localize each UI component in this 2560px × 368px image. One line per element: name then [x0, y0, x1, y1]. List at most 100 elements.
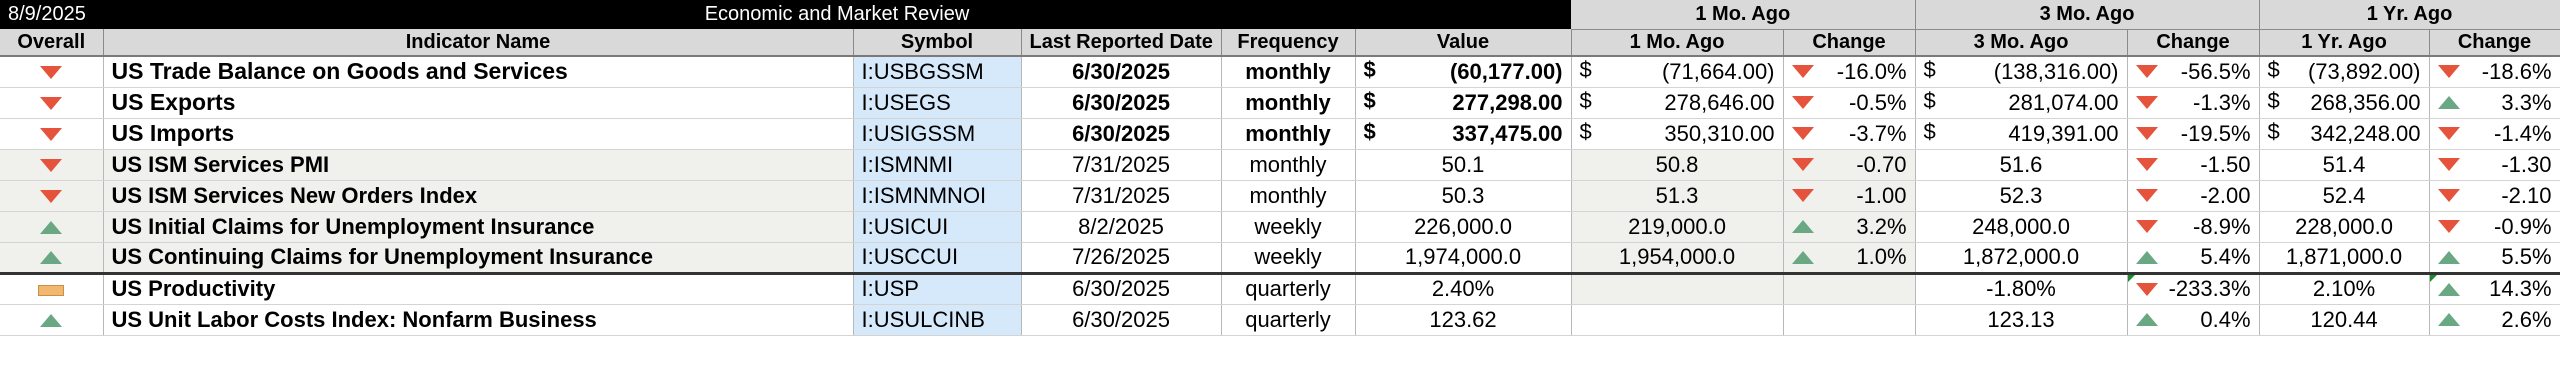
col-header-3mo[interactable]: 3 Mo. Ago [1915, 29, 2128, 57]
col-header-1yr-change[interactable]: Change [2429, 29, 2560, 57]
value-cell[interactable]: 1,974,000.0 [1355, 242, 1572, 274]
table-row[interactable]: US Continuing Claims for Unemployment In… [0, 242, 2560, 274]
table-row[interactable]: US Imports I:USIGSSM 6/30/2025 monthly $337,… [0, 118, 2560, 150]
one-year-value-cell[interactable]: 1,871,000.0 [2259, 242, 2430, 274]
three-month-value-cell[interactable]: 248,000.0 [1915, 211, 2128, 243]
three-month-change-cell[interactable]: -2.00 [2127, 180, 2260, 212]
one-month-change-cell[interactable] [1783, 271, 1916, 305]
three-month-value-cell[interactable]: 51.6 [1915, 149, 2128, 181]
last-reported-date-cell[interactable]: 6/30/2025 [1021, 118, 1222, 150]
col-header-value[interactable]: Value [1355, 29, 1572, 57]
one-month-value-cell[interactable]: $278,646.00 [1571, 87, 1784, 119]
one-month-value-cell[interactable] [1571, 304, 1784, 336]
three-month-value-cell[interactable]: -1.80% [1915, 271, 2128, 305]
one-year-value-cell[interactable]: $ (73,892.00) [2259, 56, 2430, 88]
col-header-1yr[interactable]: 1 Yr. Ago [2259, 29, 2430, 57]
last-reported-date-cell[interactable]: 6/30/2025 [1021, 271, 1222, 305]
indicator-name-cell[interactable]: US Exports [103, 87, 854, 119]
three-month-value-cell[interactable]: 1,872,000.0 [1915, 242, 2128, 274]
frequency-cell[interactable]: monthly [1221, 87, 1356, 119]
frequency-cell[interactable]: monthly [1221, 118, 1356, 150]
one-month-value-cell[interactable]: 1,954,000.0 [1571, 242, 1784, 274]
one-year-value-cell[interactable]: $268,356.00 [2259, 87, 2430, 119]
three-month-value-cell[interactable]: 123.13 [1915, 304, 2128, 336]
one-year-change-cell[interactable]: -1.4% [2429, 118, 2560, 150]
table-row[interactable]: US Initial Claims for Unemployment Insur… [0, 211, 2560, 243]
indicator-name-cell[interactable]: US Unit Labor Costs Index: Nonfarm Busin… [103, 304, 854, 336]
table-row[interactable]: US ISM Services New Orders Index I:ISMNMN… [0, 180, 2560, 212]
frequency-cell[interactable]: weekly [1221, 211, 1356, 243]
indicator-name-cell[interactable]: US ISM Services New Orders Index [103, 180, 854, 212]
value-cell[interactable]: $277,298.00 [1355, 87, 1572, 119]
symbol-cell[interactable]: I:USBGSSM [853, 56, 1022, 88]
col-header-symbol[interactable]: Symbol [853, 29, 1022, 57]
overall-cell[interactable] [0, 87, 104, 119]
one-month-value-cell[interactable]: 51.3 [1571, 180, 1784, 212]
one-year-change-cell[interactable]: 5.5% [2429, 242, 2560, 274]
one-month-value-cell[interactable]: 219,000.0 [1571, 211, 1784, 243]
symbol-cell[interactable]: I:ISMNMNOI [853, 180, 1022, 212]
frequency-cell[interactable]: quarterly [1221, 271, 1356, 305]
indicator-name-cell[interactable]: US Imports [103, 118, 854, 150]
one-month-change-cell[interactable] [1783, 304, 1916, 336]
three-month-value-cell[interactable]: 52.3 [1915, 180, 2128, 212]
col-header-3mo-change[interactable]: Change [2127, 29, 2260, 57]
overall-cell[interactable] [0, 304, 104, 336]
one-month-change-cell[interactable]: 1.0% [1783, 242, 1916, 274]
symbol-cell[interactable]: I:USEGS [853, 87, 1022, 119]
table-row[interactable]: US Exports I:USEGS 6/30/2025 monthly $277,29… [0, 87, 2560, 119]
one-month-change-cell[interactable]: -0.70 [1783, 149, 1916, 181]
three-month-change-cell[interactable]: -19.5% [2127, 118, 2260, 150]
one-month-change-cell[interactable]: -1.00 [1783, 180, 1916, 212]
indicator-name-cell[interactable]: US Continuing Claims for Unemployment In… [103, 242, 854, 274]
col-header-1mo[interactable]: 1 Mo. Ago [1571, 29, 1784, 57]
overall-cell[interactable] [0, 242, 104, 274]
three-month-change-cell[interactable]: -1.3% [2127, 87, 2260, 119]
last-reported-date-cell[interactable]: 7/31/2025 [1021, 180, 1222, 212]
one-year-value-cell[interactable]: 2.10% [2259, 271, 2430, 305]
symbol-cell[interactable]: I:ISMNMI [853, 149, 1022, 181]
one-month-value-cell[interactable]: $ (71,664.00) [1571, 56, 1784, 88]
table-row[interactable]: US ISM Services PMI I:ISMNMI 7/31/2025 mont… [0, 149, 2560, 181]
one-year-change-cell[interactable]: -0.9% [2429, 211, 2560, 243]
frequency-cell[interactable]: quarterly [1221, 304, 1356, 336]
three-month-change-cell[interactable]: -233.3% [2127, 271, 2260, 305]
three-month-change-cell[interactable]: 0.4% [2127, 304, 2260, 336]
indicator-name-cell[interactable]: US ISM Services PMI [103, 149, 854, 181]
overall-cell[interactable] [0, 271, 104, 305]
overall-cell[interactable] [0, 211, 104, 243]
last-reported-date-cell[interactable]: 7/31/2025 [1021, 149, 1222, 181]
overall-cell[interactable] [0, 56, 104, 88]
last-reported-date-cell[interactable]: 8/2/2025 [1021, 211, 1222, 243]
three-month-change-cell[interactable]: -8.9% [2127, 211, 2260, 243]
value-cell[interactable]: 50.3 [1355, 180, 1572, 212]
three-month-value-cell[interactable]: $419,391.00 [1915, 118, 2128, 150]
three-month-change-cell[interactable]: -56.5% [2127, 56, 2260, 88]
symbol-cell[interactable]: I:USULCINB [853, 304, 1022, 336]
last-reported-date-cell[interactable]: 6/30/2025 [1021, 304, 1222, 336]
one-year-change-cell[interactable]: 3.3% [2429, 87, 2560, 119]
symbol-cell[interactable]: I:USCCUI [853, 242, 1022, 274]
overall-cell[interactable] [0, 180, 104, 212]
three-month-value-cell[interactable]: $281,074.00 [1915, 87, 2128, 119]
frequency-cell[interactable]: monthly [1221, 56, 1356, 88]
one-month-change-cell[interactable]: -0.5% [1783, 87, 1916, 119]
value-cell[interactable]: 2.40% [1355, 271, 1572, 305]
one-month-change-cell[interactable]: -16.0% [1783, 56, 1916, 88]
one-month-value-cell[interactable] [1571, 271, 1784, 305]
table-row[interactable]: US Unit Labor Costs Index: Nonfarm Busin… [0, 304, 2560, 336]
one-year-value-cell[interactable]: 51.4 [2259, 149, 2430, 181]
indicator-name-cell[interactable]: US Trade Balance on Goods and Services [103, 56, 854, 88]
last-reported-date-cell[interactable]: 6/30/2025 [1021, 56, 1222, 88]
one-year-change-cell[interactable]: 14.3% [2429, 271, 2560, 305]
indicator-name-cell[interactable]: US Productivity [103, 271, 854, 305]
one-year-value-cell[interactable]: 120.44 [2259, 304, 2430, 336]
value-cell[interactable]: 226,000.0 [1355, 211, 1572, 243]
value-cell[interactable]: $337,475.00 [1355, 118, 1572, 150]
one-month-change-cell[interactable]: 3.2% [1783, 211, 1916, 243]
col-header-frequency[interactable]: Frequency [1221, 29, 1356, 57]
one-month-value-cell[interactable]: $350,310.00 [1571, 118, 1784, 150]
col-header-1mo-change[interactable]: Change [1783, 29, 1916, 57]
table-row[interactable]: US Productivity I:USP 6/30/2025 quarterly 2.… [0, 271, 2560, 305]
one-month-value-cell[interactable]: 50.8 [1571, 149, 1784, 181]
